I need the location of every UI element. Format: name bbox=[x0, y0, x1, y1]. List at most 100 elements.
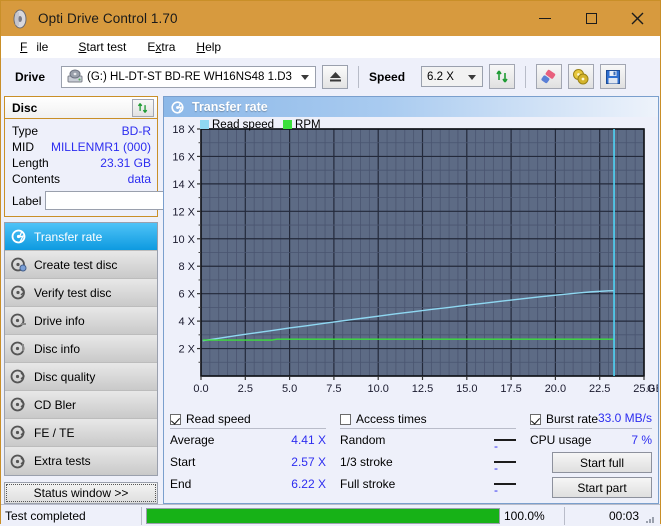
status-message: Test completed bbox=[5, 508, 86, 523]
sidebar-item-cd-bler[interactable]: CD Bler bbox=[5, 391, 157, 419]
maximize-button[interactable] bbox=[568, 1, 614, 36]
drive-select[interactable]: (G:) HL-DT-ST BD-RE WH16NS48 1.D3 bbox=[61, 65, 317, 88]
minimize-button[interactable] bbox=[522, 1, 568, 36]
speed-label: Speed bbox=[369, 69, 406, 84]
svg-text:10 X: 10 X bbox=[172, 234, 195, 246]
menu-item-start-test[interactable]: Start test bbox=[69, 38, 135, 56]
cd-bler-icon bbox=[10, 396, 27, 413]
fe-te-icon bbox=[10, 424, 27, 441]
stat-row-cpu-usage: CPU usage 7 % bbox=[530, 429, 652, 451]
disc-panel: Disc Type BD-R MID MILLENMR1 (000) Lengt… bbox=[4, 96, 250, 217]
stat-value: 6.22 X bbox=[291, 477, 326, 491]
chevron-down-icon bbox=[301, 74, 310, 80]
disc-panel-title: Disc bbox=[12, 100, 38, 115]
chevron-down-icon bbox=[468, 74, 477, 80]
svg-text:12.5: 12.5 bbox=[412, 383, 433, 395]
toolbar-divider-1 bbox=[358, 65, 360, 88]
legend-item-rpm: RPM bbox=[283, 119, 321, 131]
legend-item-read-speed: Read speed bbox=[200, 119, 274, 131]
sidebar-item-transfer-rate[interactable]: Transfer rate bbox=[5, 223, 157, 251]
access-times-checkbox-row[interactable]: Access times bbox=[340, 411, 516, 429]
disc-label-key: Label bbox=[12, 193, 42, 208]
svg-text:20.0: 20.0 bbox=[545, 383, 566, 395]
burst-rate-column: Burst rate 33.0 MB/s CPU usage 7 % Start… bbox=[530, 411, 652, 498]
start-full-button[interactable]: Start full bbox=[552, 452, 652, 473]
disc-row-value: MILLENMR1 (000) bbox=[50, 140, 151, 154]
sidebar-nav: Transfer rate Create test disc Verify te… bbox=[4, 222, 158, 476]
toolbar-divider-2 bbox=[525, 65, 527, 88]
progress-percent: 100.0% bbox=[504, 508, 545, 523]
sidebar-item-label: Disc info bbox=[34, 341, 81, 356]
disc-row-key: Type bbox=[12, 124, 39, 138]
svg-text:22.5: 22.5 bbox=[589, 383, 610, 395]
title-bar: Opti Drive Control 1.70 bbox=[1, 1, 660, 36]
sidebar-item-disc-quality[interactable]: Disc quality bbox=[5, 363, 157, 391]
action-buttons: Start full Start part bbox=[530, 452, 652, 498]
sidebar-item-disc-info[interactable]: Disc info bbox=[5, 335, 157, 363]
window-title: Opti Drive Control 1.70 bbox=[38, 11, 178, 26]
create-test-disc-icon bbox=[10, 256, 27, 273]
disc-row-value: BD-R bbox=[121, 124, 151, 138]
sidebar-item-drive-info[interactable]: Drive info bbox=[5, 307, 157, 335]
svg-text:6 X: 6 X bbox=[178, 289, 195, 301]
start-part-button[interactable]: Start part bbox=[552, 477, 652, 498]
speed-select[interactable]: 6.2 X bbox=[421, 66, 484, 87]
menu-item-extra[interactable]: Extra bbox=[138, 38, 184, 56]
discs-button[interactable] bbox=[568, 64, 595, 89]
menu-item-file[interactable]: File bbox=[11, 38, 66, 56]
erase-button[interactable] bbox=[536, 64, 563, 89]
stats-panel: Read speed Average 4.41 X Start 2.57 X E… bbox=[164, 407, 658, 503]
status-window-button[interactable]: Status window >> bbox=[4, 482, 158, 504]
read-speed-checkbox-row[interactable]: Read speed bbox=[170, 411, 326, 429]
stat-value: - bbox=[494, 439, 516, 453]
extra-tests-icon bbox=[10, 453, 27, 470]
resize-grip[interactable] bbox=[645, 510, 657, 523]
stat-key: 1/3 stroke bbox=[340, 455, 393, 469]
chart-legend: Read speed RPM bbox=[200, 119, 321, 131]
sidebar-item-label: Create test disc bbox=[34, 257, 118, 272]
stat-row-random: Random - bbox=[340, 429, 516, 453]
save-button[interactable] bbox=[600, 64, 627, 89]
stat-key: Full stroke bbox=[340, 477, 396, 491]
menu-bar: File Start test Extra Help bbox=[1, 36, 660, 58]
status-bar: Test completed 100.0% 00:03 bbox=[1, 504, 660, 526]
close-button[interactable] bbox=[614, 1, 660, 36]
disc-row-key: Length bbox=[12, 156, 49, 170]
disc-refresh-button[interactable] bbox=[132, 99, 154, 117]
menu-item-help[interactable]: Help bbox=[187, 38, 230, 56]
stat-row-end: End 6.22 X bbox=[170, 473, 326, 495]
svg-text:12 X: 12 X bbox=[172, 206, 195, 218]
sidebar-item-verify-test-disc[interactable]: Verify test disc bbox=[5, 279, 157, 307]
svg-text:14 X: 14 X bbox=[172, 179, 195, 191]
verify-test-disc-icon bbox=[10, 284, 27, 301]
drive-label: Drive bbox=[15, 69, 46, 84]
sidebar-item-fe-te[interactable]: FE / TE bbox=[5, 419, 157, 447]
svg-text:2 X: 2 X bbox=[178, 344, 195, 356]
progress-bar bbox=[146, 507, 500, 524]
sidebar-item-create-test-disc[interactable]: Create test disc bbox=[5, 251, 157, 279]
legend-swatch bbox=[200, 120, 209, 129]
read-speed-checkbox[interactable] bbox=[170, 413, 181, 425]
sidebar-item-label: Transfer rate bbox=[34, 229, 103, 244]
eject-button[interactable] bbox=[322, 64, 349, 89]
sidebar-item-extra-tests[interactable]: Extra tests bbox=[5, 447, 157, 475]
svg-text:17.5: 17.5 bbox=[500, 383, 521, 395]
stat-value: - bbox=[494, 461, 516, 475]
svg-text:7.5: 7.5 bbox=[326, 383, 341, 395]
sidebar-item-label: Extra tests bbox=[34, 454, 91, 468]
drive-info-icon bbox=[10, 312, 27, 329]
disc-row-length: Length 23.31 GB bbox=[12, 155, 151, 171]
disc-row-mid: MID MILLENMR1 (000) bbox=[12, 139, 151, 155]
disc-row-key: MID bbox=[12, 140, 34, 154]
burst-rate-checkbox-row[interactable]: Burst rate 33.0 MB/s bbox=[530, 411, 652, 429]
refresh-button[interactable] bbox=[489, 64, 516, 89]
progress-bar-fill bbox=[147, 508, 499, 523]
disc-row-contents: Contents data bbox=[12, 171, 151, 187]
stat-key: Random bbox=[340, 433, 386, 447]
access-times-checkbox[interactable] bbox=[340, 413, 351, 425]
transfer-rate-chart: Read speed RPM 2 X 4 X 6 X 8 X 10 X 12 X 14 X 1… bbox=[164, 117, 661, 407]
stat-key: Start bbox=[170, 455, 196, 469]
chart-canvas: 2 X 4 X 6 X 8 X 10 X 12 X 14 X 16 X 18 X 0.0 2.5 5.… bbox=[172, 124, 661, 395]
stat-value: - bbox=[494, 483, 516, 497]
burst-rate-checkbox[interactable] bbox=[530, 413, 541, 425]
